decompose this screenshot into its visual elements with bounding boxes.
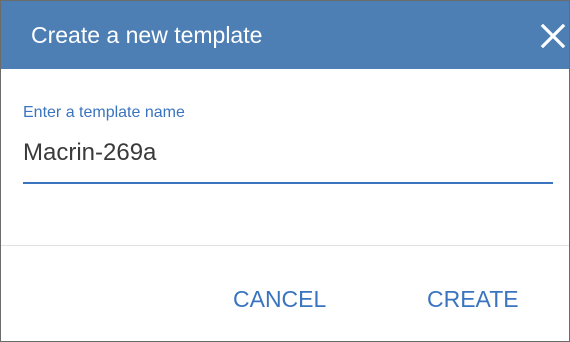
dialog-divider — [1, 245, 569, 246]
input-underline — [23, 182, 553, 184]
template-name-label: Enter a template name — [23, 104, 185, 121]
template-name-input[interactable] — [23, 136, 551, 170]
dialog-title: Create a new template — [31, 22, 263, 48]
create-template-dialog: Create a new template Enter a template n… — [0, 0, 570, 342]
close-icon[interactable] — [539, 22, 567, 50]
cancel-button[interactable]: CANCEL — [233, 285, 326, 313]
create-button[interactable]: CREATE — [427, 285, 519, 313]
dialog-header: Create a new template — [1, 1, 569, 69]
